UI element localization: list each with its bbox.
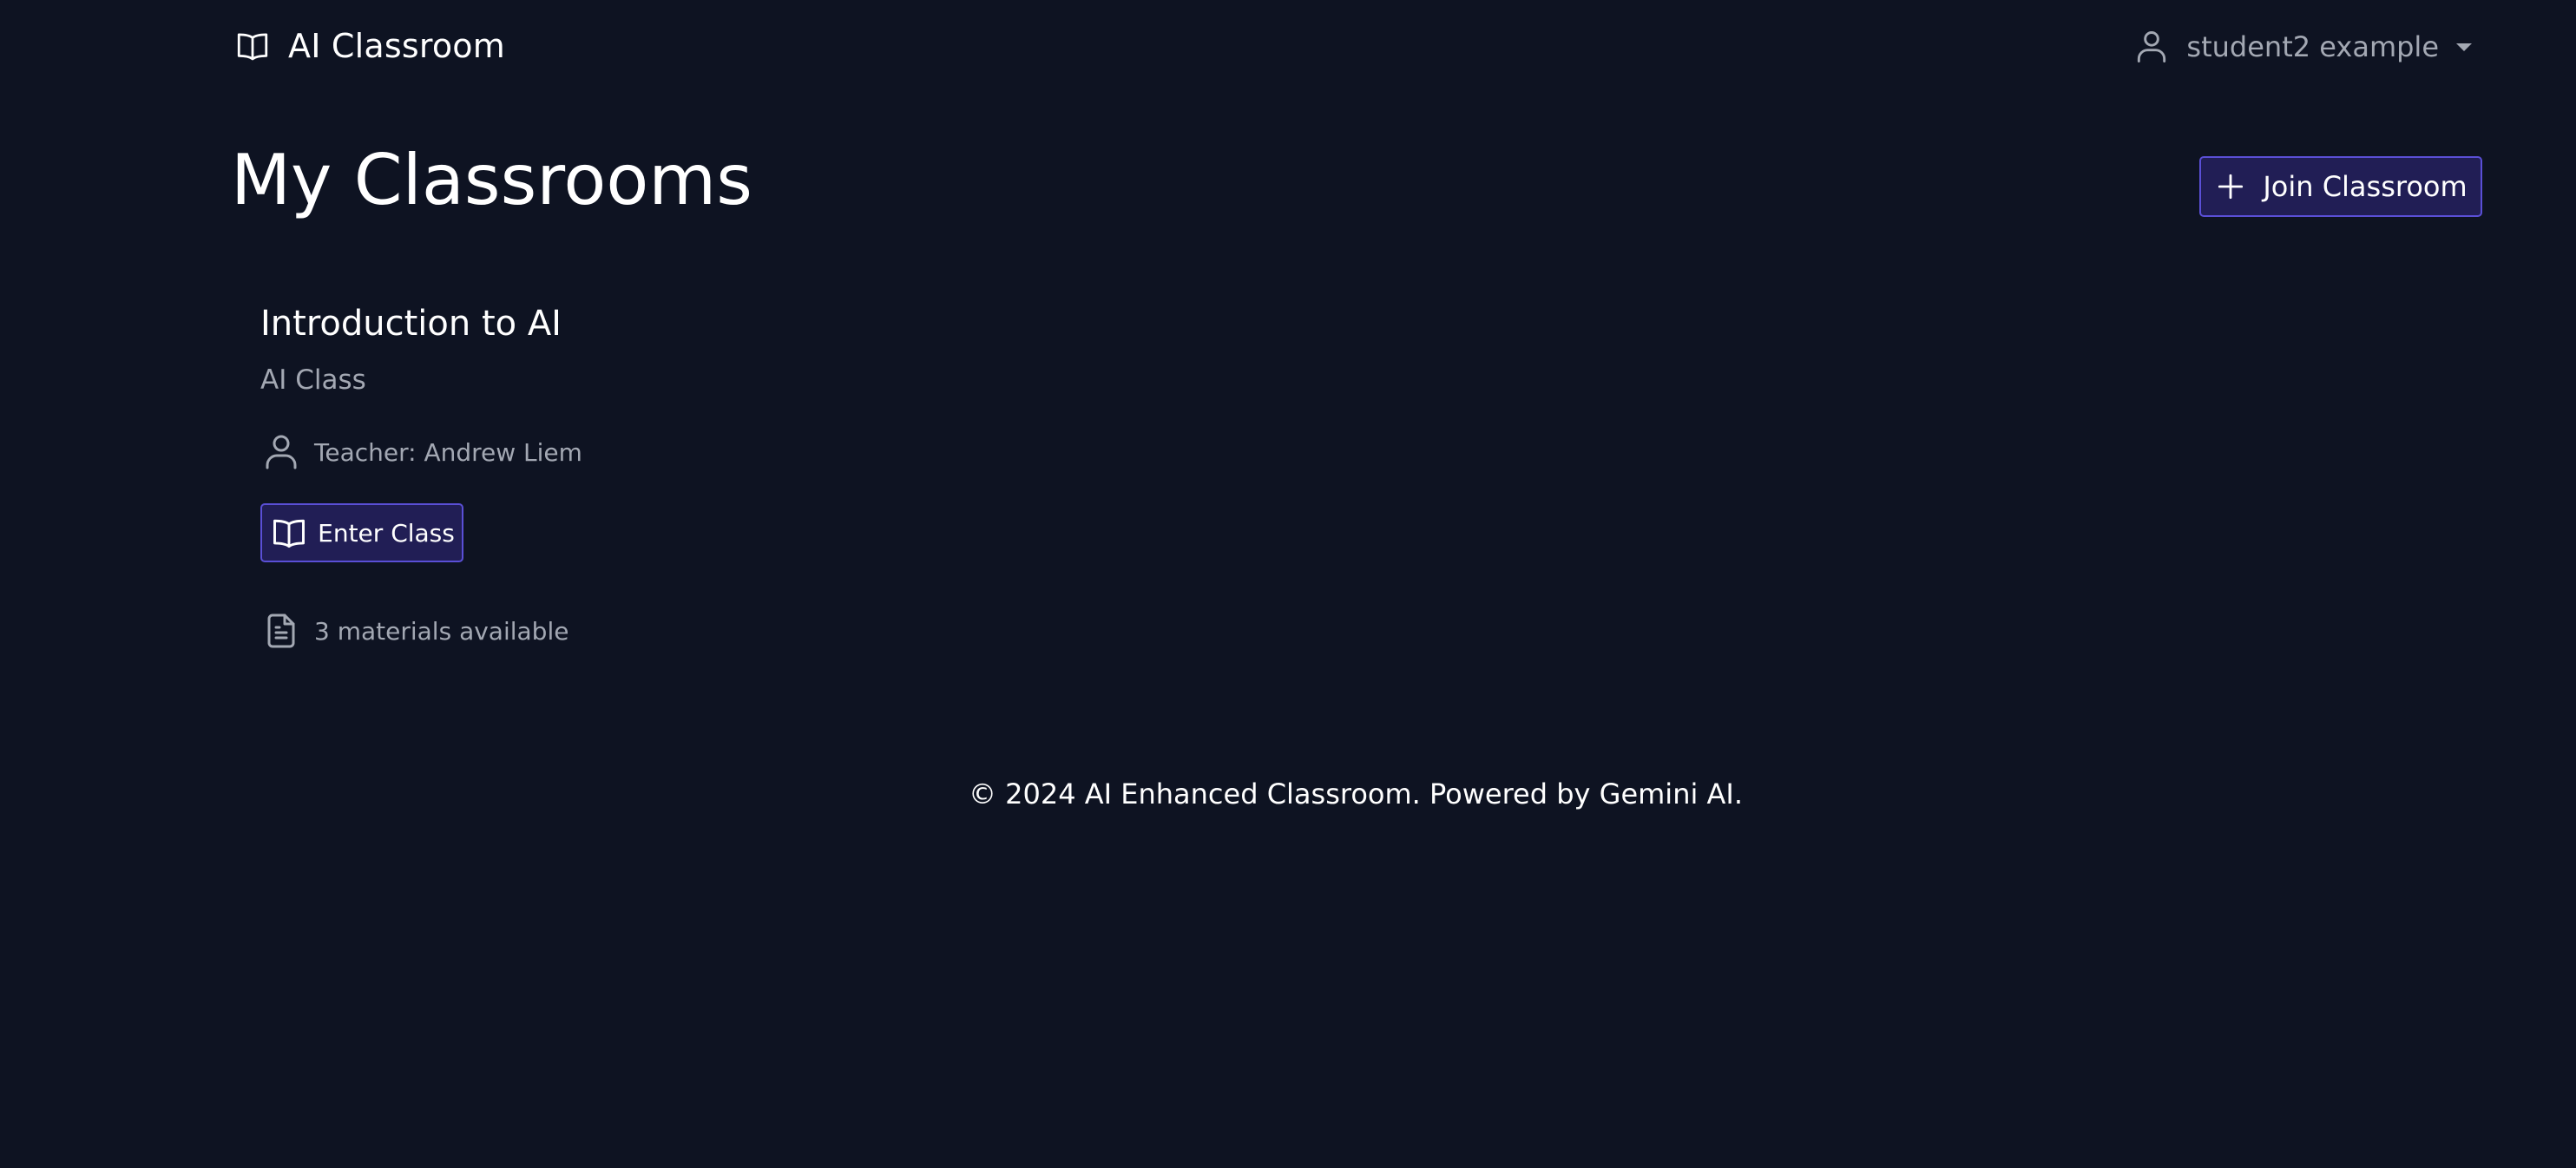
user-icon: [2132, 27, 2171, 67]
materials-info: 3 materials available: [260, 609, 568, 653]
enter-class-button[interactable]: Enter Class: [260, 503, 463, 562]
join-classroom-button[interactable]: Join Classroom: [2199, 156, 2482, 217]
teacher-name: Teacher: Andrew Liem: [314, 437, 582, 467]
book-open-icon: [269, 514, 309, 552]
user-name: student2 example: [2186, 30, 2439, 63]
footer: © 2024 AI Enhanced Classroom. Powered by…: [0, 778, 2576, 810]
classroom-subtitle: AI Class: [260, 364, 366, 396]
user-menu-dropdown[interactable]: student2 example: [2132, 24, 2472, 69]
footer-text: © 2024 AI Enhanced Classroom. Powered by…: [968, 778, 1744, 810]
chevron-down-icon: [2456, 43, 2472, 51]
join-classroom-label: Join Classroom: [2263, 170, 2468, 203]
enter-class-label: Enter Class: [318, 518, 455, 548]
navbar: AI Classroom student2 example: [0, 0, 2576, 92]
classroom-title: Introduction to AI: [260, 304, 562, 344]
brand-title: AI Classroom: [288, 27, 505, 65]
brand-link[interactable]: AI Classroom: [233, 24, 505, 68]
teacher-info: Teacher: Andrew Liem: [260, 430, 582, 474]
materials-count: 3 materials available: [314, 616, 569, 646]
classroom-card: Introduction to AI AI Class Teacher: And…: [260, 295, 781, 659]
book-open-icon: [233, 28, 273, 64]
user-icon: [260, 431, 302, 473]
document-icon: [260, 610, 302, 652]
page-title: My Classrooms: [231, 140, 752, 220]
plus-icon: [2214, 170, 2247, 203]
